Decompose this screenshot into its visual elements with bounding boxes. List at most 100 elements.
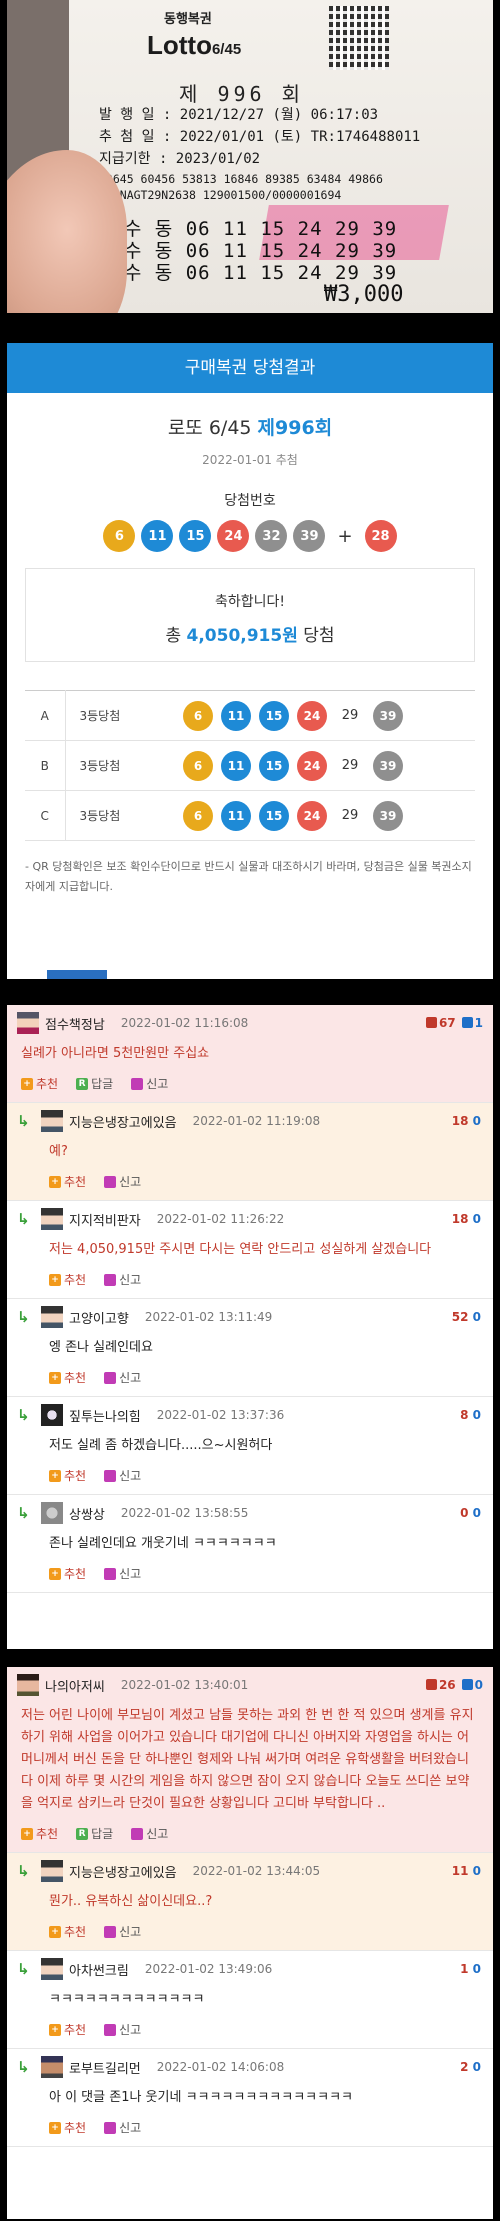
comment-author[interactable]: 지지적비판자 bbox=[69, 1210, 141, 1229]
plus-icon: + bbox=[49, 1469, 61, 1482]
comment: 나의아저씨 2022-01-02 13:40:01 26 0 저는 어린 나이에… bbox=[7, 1667, 493, 1853]
recommend-button[interactable]: + 추천 bbox=[49, 1565, 86, 1582]
recommend-button[interactable]: + 추천 bbox=[49, 1369, 86, 1386]
comment-score: 8 0 bbox=[460, 1408, 481, 1422]
comment-body: 예? bbox=[49, 1144, 68, 1159]
avatar[interactable] bbox=[41, 1208, 63, 1230]
game-rank: 3등당첨 bbox=[65, 790, 183, 841]
comment-author[interactable]: 점수책정남 bbox=[45, 1014, 105, 1033]
thumbs-up-icon[interactable] bbox=[425, 1017, 437, 1028]
draw-date: 2022-01-01 추첨 bbox=[202, 453, 298, 467]
result-title: 로또 6/45 제996회 bbox=[167, 417, 333, 439]
comment-body: 저는 4,050,915만 주시면 다시는 연락 안드리고 성실하게 살겠습니다 bbox=[49, 1242, 432, 1257]
recommend-button[interactable]: + 추천 bbox=[49, 1467, 86, 1484]
comment-author[interactable]: 상쌍상 bbox=[69, 1504, 105, 1523]
reply-arrow-icon: ↳ bbox=[17, 1112, 30, 1130]
number-ball: 15 bbox=[259, 750, 289, 781]
comment-author[interactable]: 짚투는나의힘 bbox=[69, 1406, 141, 1425]
comment-date: 2022-01-02 13:58:55 bbox=[120, 1506, 249, 1520]
avatar[interactable] bbox=[17, 1012, 39, 1034]
report-button[interactable]: 신고 bbox=[104, 2021, 141, 2038]
recommend-button[interactable]: + 추천 bbox=[49, 2021, 86, 2038]
comment-author[interactable]: 지능은냉장고에있음 bbox=[69, 1862, 177, 1881]
reply-comment: ↳ 짚투는나의힘 2022-01-02 13:37:36 8 0 저도 실례 좀… bbox=[7, 1397, 493, 1495]
number-ball: 11 bbox=[141, 520, 174, 552]
reply-arrow-icon: ↳ bbox=[17, 1862, 30, 1880]
game-id: B bbox=[25, 740, 66, 791]
avatar[interactable] bbox=[41, 1860, 63, 1882]
comment-author[interactable]: 로부트길리먼 bbox=[69, 2058, 141, 2077]
recommend-button[interactable]: + 추천 bbox=[49, 2119, 86, 2136]
recommend-button[interactable]: + 추천 bbox=[21, 1825, 58, 1842]
number-plain: 29 bbox=[341, 758, 359, 773]
avatar[interactable] bbox=[41, 1502, 63, 1524]
game-rank: 3등당첨 bbox=[65, 740, 183, 791]
finger bbox=[7, 150, 127, 313]
report-icon bbox=[104, 1175, 117, 1188]
comment-score: 11 0 bbox=[451, 1864, 481, 1878]
recommend-button[interactable]: + 추천 bbox=[21, 1075, 58, 1092]
recommend-button[interactable]: + 추천 bbox=[49, 1271, 86, 1288]
ticket-brand: 동행복권 bbox=[164, 12, 212, 27]
plus-icon: + bbox=[49, 1273, 61, 1286]
avatar[interactable] bbox=[41, 2056, 63, 2078]
avatar[interactable] bbox=[41, 1958, 63, 1980]
comment-body: 엥 존나 실례인데요 bbox=[49, 1340, 153, 1355]
ticket-draw-date: 추 첨 일 : 2022/01/01 (토) TR:1746488011 bbox=[99, 129, 421, 145]
comment-score: 0 0 bbox=[460, 1506, 481, 1520]
ticket-code-line: DNANAGT29N2638 129001500/0000001694 bbox=[99, 188, 342, 202]
report-button[interactable]: 신고 bbox=[104, 1173, 141, 1190]
thumbs-down-icon[interactable] bbox=[461, 1679, 473, 1690]
number-ball: 15 bbox=[259, 800, 289, 831]
reply-arrow-icon: ↳ bbox=[17, 1210, 30, 1228]
report-button[interactable]: 신고 bbox=[104, 1565, 141, 1582]
report-button[interactable]: 신고 bbox=[104, 2119, 141, 2136]
comment-date: 2022-01-02 13:37:36 bbox=[156, 1408, 285, 1422]
number-ball: 24 bbox=[297, 700, 327, 731]
ticket-deadline: 지급기한 : 2023/01/02 bbox=[99, 151, 261, 167]
report-button[interactable]: 신고 bbox=[104, 1369, 141, 1386]
report-icon bbox=[104, 1567, 117, 1580]
number-plain: 29 bbox=[341, 808, 359, 823]
number-plain: 29 bbox=[341, 708, 359, 723]
report-button[interactable]: 신고 bbox=[131, 1075, 168, 1092]
thumbs-down-icon[interactable] bbox=[461, 1017, 473, 1028]
comment-date: 2022-01-02 13:49:06 bbox=[144, 1962, 273, 1976]
total-prize: 총 4,050,915원 당첨 bbox=[165, 626, 335, 646]
comment-score: 2 0 bbox=[460, 2060, 481, 2074]
reply-button[interactable]: R 답글 bbox=[76, 1075, 113, 1092]
comment-body: ㅋㅋㅋㅋㅋㅋㅋㅋㅋㅋㅋㅋㅋ bbox=[49, 1992, 205, 2007]
comment-author[interactable]: 아차썬크림 bbox=[69, 1960, 129, 1979]
number-ball: 15 bbox=[179, 520, 212, 552]
avatar[interactable] bbox=[41, 1306, 63, 1328]
comment-date: 2022-01-02 13:11:49 bbox=[144, 1310, 273, 1324]
report-icon bbox=[104, 1925, 117, 1938]
reply-comment: ↳ 아차썬크림 2022-01-02 13:49:06 1 0 ㅋㅋㅋㅋㅋㅋㅋㅋ… bbox=[7, 1951, 493, 2049]
comment-date: 2022-01-02 14:06:08 bbox=[156, 2060, 285, 2074]
comment-author[interactable]: 고양이고향 bbox=[69, 1308, 129, 1327]
report-button[interactable]: 신고 bbox=[104, 1271, 141, 1288]
avatar[interactable] bbox=[41, 1404, 63, 1426]
thumbs-up-icon[interactable] bbox=[425, 1679, 437, 1690]
report-button[interactable]: 신고 bbox=[131, 1825, 168, 1842]
report-icon bbox=[104, 1469, 117, 1482]
reply-button[interactable]: R 답글 bbox=[76, 1825, 113, 1842]
report-button[interactable]: 신고 bbox=[104, 1467, 141, 1484]
ticket-logo: Lotto6/45 bbox=[147, 30, 242, 60]
recommend-button[interactable]: + 추천 bbox=[49, 1173, 86, 1190]
comment-author[interactable]: 나의아저씨 bbox=[45, 1676, 105, 1695]
number-ball: 15 bbox=[259, 700, 289, 731]
qr-code-icon bbox=[329, 6, 389, 70]
plus-icon: + bbox=[49, 1371, 61, 1384]
reply-arrow-icon: ↳ bbox=[17, 1308, 30, 1326]
avatar[interactable] bbox=[17, 1674, 39, 1696]
number-ball: 6 bbox=[183, 700, 213, 731]
report-button[interactable]: 신고 bbox=[104, 1923, 141, 1940]
avatar[interactable] bbox=[41, 1110, 63, 1132]
plus-icon: + bbox=[21, 1077, 33, 1090]
comment-author[interactable]: 지능은냉장고에있음 bbox=[69, 1112, 177, 1131]
recommend-button[interactable]: + 추천 bbox=[49, 1923, 86, 1940]
result-bottom-button[interactable] bbox=[47, 970, 107, 979]
result-header: 구매복권 당첨결과 bbox=[7, 343, 493, 393]
table-row: A 3등당첨 6 11 15 24 29 39 bbox=[25, 690, 475, 741]
